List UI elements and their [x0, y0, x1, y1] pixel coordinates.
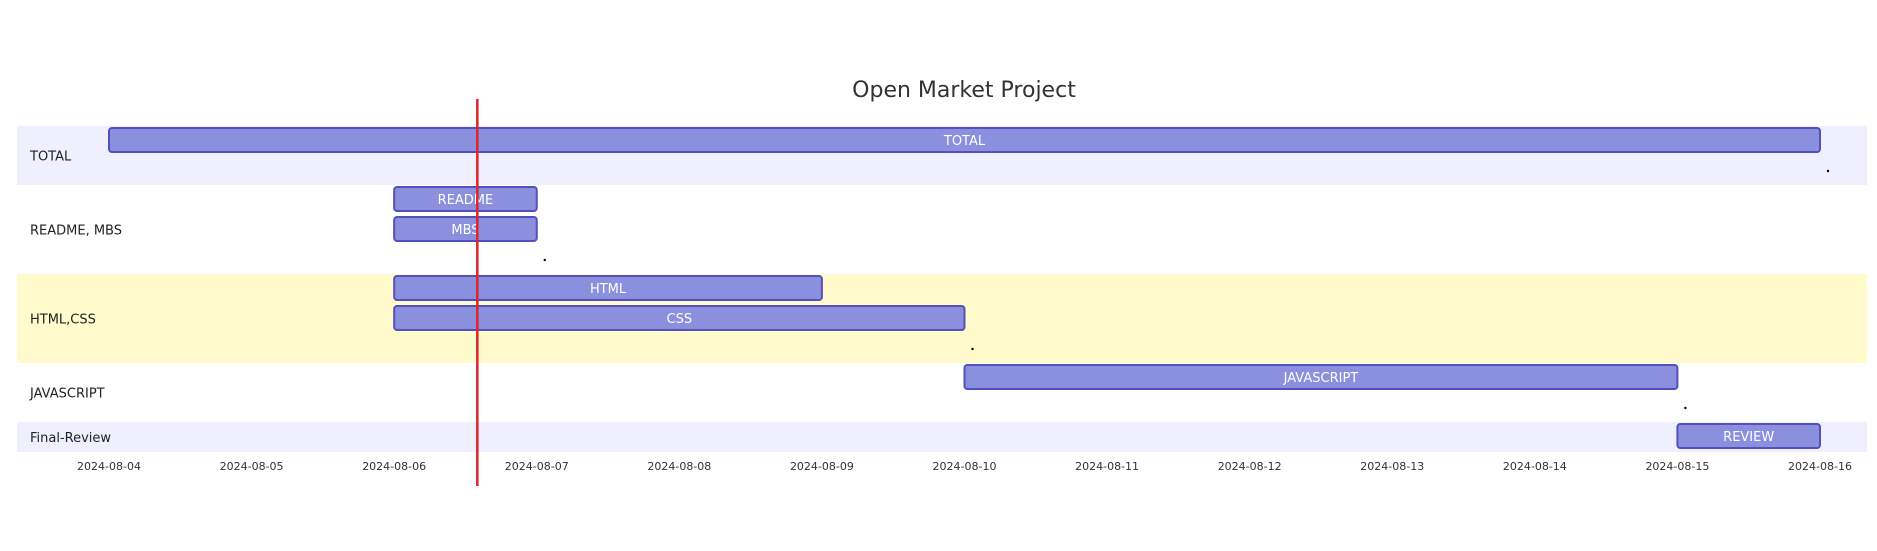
x-tick-label: 2024-08-11 [1075, 460, 1139, 473]
x-tick-label: 2024-08-10 [933, 460, 997, 473]
milestone-dot [1826, 169, 1830, 173]
milestone-dot [543, 258, 546, 262]
x-tick-label: 2024-08-09 [790, 460, 854, 473]
x-tick-label: 2024-08-04 [77, 460, 141, 473]
milestone-dot [1684, 406, 1687, 410]
task-label: JAVASCRIPT [1283, 371, 1359, 386]
x-tick-label: 2024-08-14 [1503, 460, 1567, 473]
section-bands [17, 126, 1867, 452]
x-axis-ticks: 2024-08-04 2024-08-05 2024-08-06 2024-08-07… [77, 460, 1852, 473]
x-tick-label: 2024-08-13 [1360, 460, 1424, 473]
chart-title: Open Market Project [852, 78, 1076, 103]
milestone-dot [971, 347, 974, 351]
section-band [17, 422, 1867, 452]
task-label: CSS [667, 312, 693, 327]
x-tick-label: 2024-08-07 [505, 460, 569, 473]
task-label: MBS [451, 223, 479, 238]
section-label: JAVASCRIPT [29, 387, 105, 402]
task-label: HTML [590, 282, 627, 297]
x-tick-label: 2024-08-16 [1788, 460, 1852, 473]
section-label: TOTAL [29, 150, 72, 165]
x-tick-label: 2024-08-05 [220, 460, 284, 473]
x-tick-label: 2024-08-12 [1218, 460, 1282, 473]
x-tick-label: 2024-08-15 [1645, 460, 1709, 473]
section-label: HTML,CSS [30, 313, 96, 328]
task-label: README [438, 193, 494, 208]
x-tick-label: 2024-08-08 [647, 460, 711, 473]
task-label: REVIEW [1723, 430, 1774, 445]
task-label: TOTAL [943, 134, 986, 149]
x-tick-label: 2024-08-06 [362, 460, 426, 473]
gantt-chart: Open Market Project TOTAL README, MBS HTML… [17, 78, 1867, 486]
section-label: Final-Review [30, 431, 111, 446]
section-label: README, MBS [30, 224, 122, 239]
section-band [17, 185, 1867, 274]
